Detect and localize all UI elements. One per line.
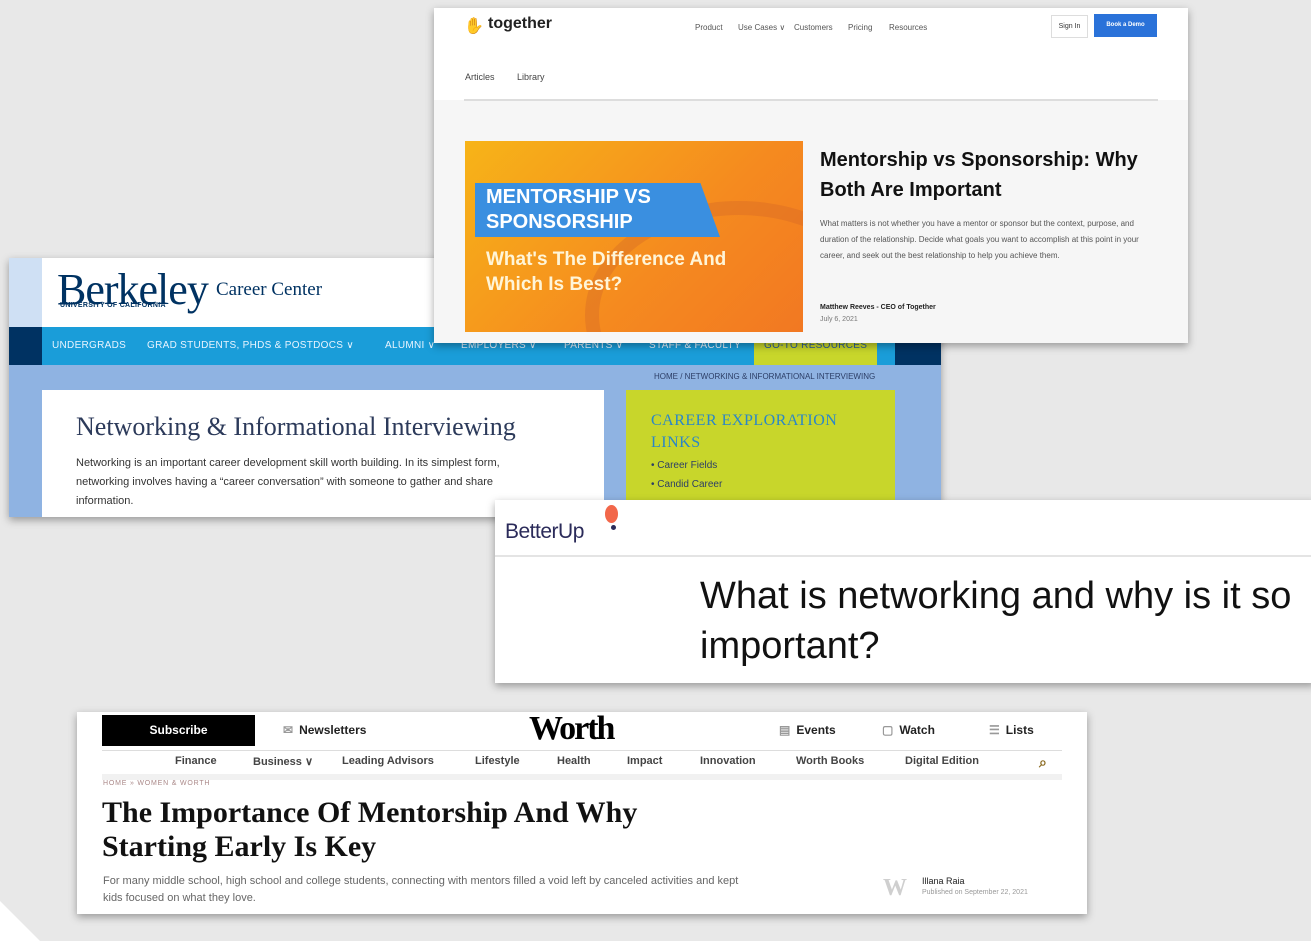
nav-shadow-band [102,774,1062,780]
nav-lifestyle[interactable]: Lifestyle [475,755,520,767]
publish-date: Published on September 22, 2021 [922,889,1028,896]
sign-in-button[interactable]: Sign In [1051,15,1088,38]
betterup-logo-mark-icon [605,505,618,523]
article-title[interactable]: Mentorship vs Sponsorship: Why Both Are … [820,145,1170,205]
together-subnav: Articles Library [434,54,1188,100]
page-corner-decoration [0,901,40,941]
together-logo[interactable]: ✋ together [464,15,552,36]
berkeley-main-content: Networking & Informational Interviewing … [42,390,604,517]
betterup-screenshot: BetterUp What is networking and why is i… [495,500,1311,683]
tab-library[interactable]: Library [517,72,545,82]
subscribe-button[interactable]: Subscribe [102,715,255,746]
article-date: July 6, 2021 [820,316,858,323]
author-name[interactable]: Illana Raia [922,876,965,886]
breadcrumb[interactable]: HOME » WOMEN & WORTH [103,780,210,787]
screen-icon: ▢ [882,723,894,737]
nav-digital-edition[interactable]: Digital Edition [905,755,979,767]
hand-wave-icon: ✋ [464,18,484,35]
betterup-logo[interactable]: BetterUp [505,520,584,544]
betterup-header: BetterUp [495,500,1311,557]
betterup-logo-dot-icon [611,525,616,530]
nav-pricing[interactable]: Pricing [848,23,872,32]
events-link[interactable]: ▤ Events [779,723,836,737]
hero-title: MENTORSHIP VS SPONSORSHIP [486,186,651,233]
nav-item-undergrads[interactable]: UNDERGRADS [52,340,126,351]
watch-link[interactable]: ▢ Watch [882,723,935,737]
hero-subtitle: What's The Difference And Which Is Best? [486,249,727,295]
header-divider [102,750,1062,751]
article-hero-image[interactable]: MENTORSHIP VS SPONSORSHIP What's The Dif… [465,141,803,332]
watch-label: Watch [899,723,935,737]
book-demo-button[interactable]: Book a Demo [1094,14,1157,37]
career-links-sidebar: CAREER EXPLORATION LINKS • Career Fields… [626,390,895,517]
list-icon: ☰ [989,723,1000,737]
berkeley-header-edge [9,258,42,327]
calendar-icon: ▤ [779,723,791,737]
page-title: Networking & Informational Interviewing [76,412,516,441]
worth-logo[interactable]: Worth [529,712,615,748]
nav-impact[interactable]: Impact [627,755,662,767]
tab-articles[interactable]: Articles [465,72,495,82]
nav-finance[interactable]: Finance [175,755,217,767]
intro-text: Networking is an important career develo… [76,457,500,507]
author-avatar: W [883,875,907,901]
article-summary: What matters is not whether you have a m… [820,219,1139,260]
nav-resources[interactable]: Resources [889,23,927,32]
sidebar-link-candid-career[interactable]: • Candid Career [651,479,722,490]
newsletters-link[interactable]: ✉ Newsletters [283,723,366,737]
together-header: ✋ together Product Use Cases ∨ Customers … [434,8,1188,54]
subnav-divider [464,99,1158,101]
lists-link[interactable]: ☰ Lists [989,723,1034,737]
together-screenshot: ✋ together Product Use Cases ∨ Customers … [434,8,1188,343]
article-dek: For many middle school, high school and … [103,875,739,904]
sidebar-heading: CAREER EXPLORATION LINKS [651,412,838,451]
sidebar-link-career-fields[interactable]: • Career Fields [651,460,722,471]
nav-innovation[interactable]: Innovation [700,755,756,767]
envelope-icon: ✉ [283,723,294,737]
berkeley-logo-subtitle: UNIVERSITY OF CALIFORNIA [60,302,166,309]
breadcrumb[interactable]: HOME / NETWORKING & INFORMATIONAL INTERV… [654,372,875,381]
search-icon[interactable]: ⌕ [1039,754,1047,771]
nav-leading-advisors[interactable]: Leading Advisors [342,755,434,767]
nav-item-grad-students[interactable]: GRAD STUDENTS, PHDS & POSTDOCS ∨ [147,340,354,351]
nav-product[interactable]: Product [695,23,723,32]
lists-label: Lists [1005,723,1034,737]
article-author: Matthew Reeves - CEO of Together [820,304,936,311]
nav-business[interactable]: Business ∨ [253,755,313,768]
nav-customers[interactable]: Customers [794,23,833,32]
events-label: Events [796,723,836,737]
sidebar-links: • Career Fields • Candid Career [651,460,722,498]
article-title: What is networking and why is it so impo… [700,575,1292,667]
article-title: The Importance Of Mentorship And Why Sta… [102,796,638,863]
nav-health[interactable]: Health [557,755,591,767]
nav-item-alumni[interactable]: ALUMNI ∨ [385,340,435,351]
nav-use-cases[interactable]: Use Cases ∨ [738,23,785,32]
together-logo-text: together [488,15,552,32]
berkeley-site-name[interactable]: Career Center [216,279,322,301]
newsletters-label: Newsletters [299,723,367,737]
worth-screenshot: Subscribe ✉ Newsletters Worth ▤ Events ▢ Wa… [77,712,1087,914]
nav-worth-books[interactable]: Worth Books [796,755,864,767]
